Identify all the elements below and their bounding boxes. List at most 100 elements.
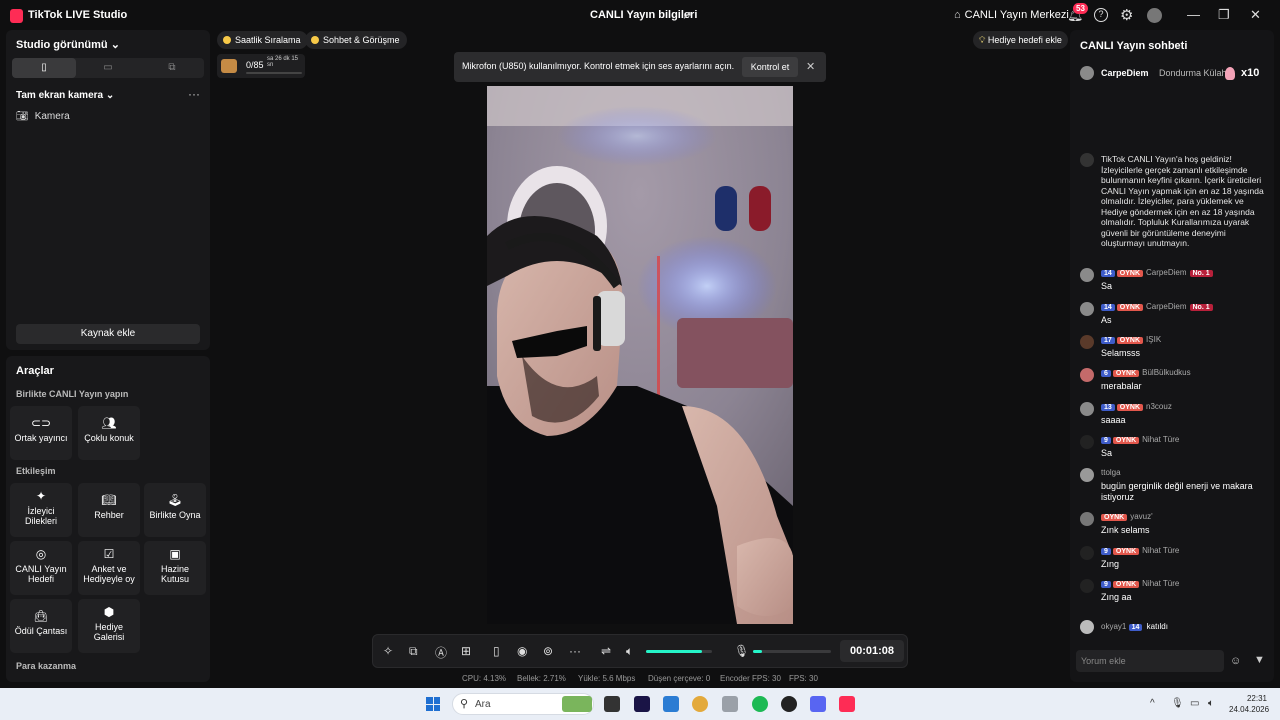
level-badge: 9 bbox=[1101, 548, 1111, 555]
live-goal-button[interactable]: ◎ CANLI Yayın Hedefi bbox=[10, 541, 72, 595]
maximize-icon[interactable]: ❐ bbox=[1218, 7, 1230, 23]
live-goal-label: CANLI Yayın Hedefi bbox=[15, 564, 67, 584]
avatar[interactable] bbox=[1147, 8, 1162, 23]
play-together-button[interactable]: 🕹︎ Birlikte Oyna bbox=[144, 483, 206, 537]
volume-tray-icon[interactable]: 🔈︎ bbox=[1208, 698, 1214, 709]
chat-username[interactable]: Nihat Türe bbox=[1142, 546, 1179, 555]
chat-username[interactable]: Nihat Türe bbox=[1142, 435, 1179, 444]
landscape-mode-icon[interactable]: ▭ bbox=[76, 58, 140, 78]
network-icon[interactable]: ▭ bbox=[1190, 698, 1199, 709]
add-gift-goal-label: Hediye hedefi ekle bbox=[987, 35, 1062, 45]
more-icon[interactable]: ··· bbox=[569, 644, 581, 658]
filter-icon[interactable]: ▼ bbox=[1254, 654, 1265, 666]
dual-mode-icon[interactable]: ⧉ bbox=[140, 58, 204, 78]
level-badge: 6 bbox=[1101, 370, 1111, 377]
close-icon[interactable]: ✕ bbox=[806, 60, 815, 73]
clock-time: 22:31 bbox=[1246, 694, 1267, 703]
reward-bag-button[interactable]: 👜︎ Ödül Çantası bbox=[10, 599, 72, 653]
chat-match-icon bbox=[311, 36, 319, 44]
tiktok-taskbar-icon[interactable] bbox=[839, 696, 855, 712]
viewer-requests-button[interactable]: ✦ İzleyici Dilekleri bbox=[10, 483, 72, 537]
co-host-button[interactable]: ⊂⊃ Ortak yayıncı bbox=[10, 406, 72, 460]
chat-match-button[interactable]: Sohbet & Görüşme bbox=[305, 31, 407, 49]
emoji-icon[interactable]: ☺ bbox=[1230, 655, 1241, 667]
avatar bbox=[1080, 402, 1094, 416]
chat-username[interactable]: ttolga bbox=[1101, 468, 1121, 477]
studio-view-heading[interactable]: Studio görünümü ⌄ bbox=[16, 38, 120, 51]
add-source-button[interactable]: Kaynak ekle bbox=[16, 324, 200, 344]
volume-slider[interactable] bbox=[646, 650, 712, 653]
chat-username[interactable]: n3couz bbox=[1146, 402, 1172, 411]
check-button[interactable]: Kontrol et bbox=[742, 57, 798, 77]
chrome-icon[interactable] bbox=[692, 696, 708, 712]
chat-username[interactable]: BülBülkudkus bbox=[1142, 368, 1190, 377]
chevron-up-icon[interactable]: ^ bbox=[1150, 698, 1155, 709]
chat-username[interactable]: yavuz' bbox=[1130, 512, 1152, 521]
gift-goal-widget[interactable]: 0/85 sa 26 dk 15 sn bbox=[217, 54, 305, 78]
chat-message-text: Zıng bbox=[1101, 559, 1120, 569]
app-icon[interactable] bbox=[781, 696, 797, 712]
taskbar-clock[interactable]: 22:31 24.04.2026 bbox=[1229, 693, 1269, 715]
files-icon[interactable] bbox=[604, 696, 620, 712]
guide-button[interactable]: 📖︎ Rehber bbox=[78, 483, 140, 537]
comment-input[interactable]: Yorum ekle bbox=[1076, 650, 1224, 672]
hourly-rank-button[interactable]: Saatlik Sıralama bbox=[217, 31, 308, 49]
add-overlay-icon[interactable]: ⊞ bbox=[461, 644, 471, 658]
microphone-tray-icon[interactable]: 🎙︎ bbox=[1171, 698, 1184, 709]
goal-progress: 0/85 bbox=[246, 60, 264, 70]
joined-user[interactable]: okyay1 bbox=[1101, 622, 1126, 631]
treasure-box-button[interactable]: ▣ Hazine Kutusu bbox=[144, 541, 206, 595]
avatar bbox=[1080, 468, 1094, 482]
fan-badge: OYNK bbox=[1116, 337, 1144, 344]
phone-icon[interactable]: ▯ bbox=[493, 644, 500, 658]
minimize-icon[interactable]: — bbox=[1187, 7, 1200, 22]
chat-username[interactable]: CarpeDiem bbox=[1146, 302, 1186, 311]
transition-icon[interactable]: ⧉ bbox=[409, 644, 418, 659]
outlook-icon[interactable] bbox=[663, 696, 679, 712]
live-center-button[interactable]: ⌂ CANLI Yayın Merkezi bbox=[954, 9, 1069, 21]
gift-gallery-button[interactable]: ⬢ Hediye Galerisi bbox=[78, 599, 140, 653]
scene-dropdown[interactable]: Tam ekran kamera ⌄ bbox=[16, 90, 114, 101]
settings-app-icon[interactable] bbox=[722, 696, 738, 712]
speaker-icon[interactable]: 🔈︎ bbox=[626, 644, 633, 659]
chat-username[interactable]: CarpeDiem bbox=[1146, 268, 1186, 277]
encoder-fps-stat: Encoder FPS: 30 bbox=[720, 674, 781, 683]
portrait-mode-icon[interactable]: ▯ bbox=[12, 58, 76, 78]
lightbulb-icon: 💡︎ bbox=[979, 35, 986, 45]
mic-fill bbox=[753, 650, 763, 653]
add-gift-goal-button[interactable]: 💡︎ Hediye hedefi ekle bbox=[973, 31, 1068, 49]
camera-settings-icon[interactable]: ⊚ bbox=[543, 644, 553, 658]
level-badge: 14 bbox=[1128, 624, 1143, 631]
record-icon[interactable]: ◉ bbox=[517, 644, 527, 658]
magic-wand-icon[interactable]: ✧ bbox=[383, 644, 393, 658]
chat-username[interactable]: IŞIK bbox=[1146, 335, 1161, 344]
chat-message: ttolga bugün gerginlik değil enerji ve ma… bbox=[1078, 468, 1270, 508]
weather-widget-icon[interactable] bbox=[562, 696, 592, 712]
cpu-stat: CPU: 4.13% bbox=[462, 674, 507, 683]
audio-mixer-icon[interactable]: ⇌ bbox=[601, 644, 611, 658]
source-item-camera[interactable]: 📷︎ Kamera bbox=[16, 111, 70, 122]
mic-slider[interactable] bbox=[753, 650, 831, 653]
gift-user[interactable]: CarpeDiem bbox=[1101, 68, 1149, 78]
microphone-icon[interactable]: 🎙︎ bbox=[734, 644, 749, 658]
spotify-icon[interactable] bbox=[752, 696, 768, 712]
treasure-label: Hazine Kutusu bbox=[160, 564, 190, 584]
chat-username[interactable]: Nihat Türe bbox=[1142, 579, 1179, 588]
windows-start-icon[interactable] bbox=[426, 697, 440, 711]
discord-icon[interactable] bbox=[810, 696, 826, 712]
after-effects-icon[interactable] bbox=[634, 696, 650, 712]
close-icon[interactable]: ✕ bbox=[1250, 7, 1261, 23]
fan-badge: OYNK bbox=[1112, 548, 1140, 555]
camera-icon: 📷︎ bbox=[16, 111, 29, 122]
more-icon[interactable]: ··· bbox=[188, 87, 200, 101]
share-icon[interactable]: ↗ bbox=[682, 8, 692, 22]
tools-heading: Araçlar bbox=[16, 365, 54, 377]
fan-badge: OYNK bbox=[1112, 581, 1140, 588]
help-icon[interactable]: ? bbox=[1094, 8, 1108, 22]
section-engagement: Etkileşim bbox=[16, 466, 56, 476]
gear-icon[interactable]: ⚙ bbox=[1120, 6, 1133, 24]
ai-effects-icon[interactable]: Ⓐ bbox=[435, 644, 447, 661]
multi-guest-button[interactable]: 👥︎ Çoklu konuk bbox=[78, 406, 140, 460]
poll-button[interactable]: ☑ Anket ve Hediyeyle oy bbox=[78, 541, 140, 595]
co-host-label: Ortak yayıncı bbox=[14, 433, 68, 443]
